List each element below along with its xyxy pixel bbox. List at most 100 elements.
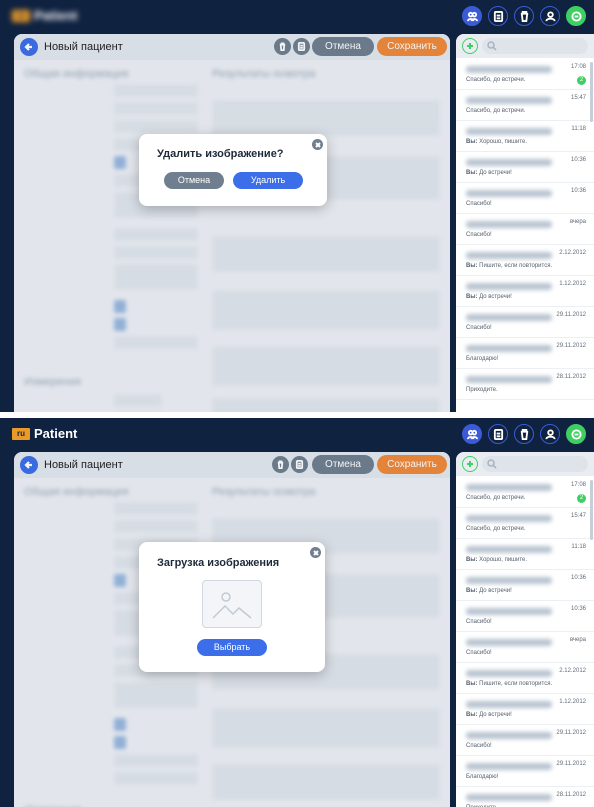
message-text: Благодарю! bbox=[466, 356, 499, 362]
last-message: Вы: До встречи! bbox=[466, 170, 512, 176]
language-flag[interactable]: ru bbox=[12, 427, 30, 440]
conversation-time: 29.11.2012 bbox=[556, 343, 586, 349]
close-icon[interactable] bbox=[312, 139, 323, 150]
conversation-item[interactable]: 11:18 Вы: Хорошо, пишите. bbox=[456, 122, 594, 152]
unread-badge: 2 bbox=[577, 76, 586, 85]
message-text: Спасибо, до встречи. bbox=[466, 495, 526, 501]
contact-name bbox=[466, 128, 552, 135]
contact-name bbox=[466, 97, 552, 104]
image-placeholder-icon[interactable] bbox=[202, 580, 262, 628]
conversation-item[interactable]: 17:08 Спасибо, до встречи. 2 bbox=[456, 60, 594, 90]
top-icons bbox=[462, 424, 586, 444]
app-brand: ru Patient bbox=[12, 426, 77, 441]
conversation-item[interactable]: вчера Спасибо! bbox=[456, 215, 594, 245]
dialog-cancel-button[interactable]: Отмена bbox=[164, 172, 224, 189]
last-message: Спасибо, до встречи. bbox=[466, 108, 525, 114]
contact-name bbox=[466, 376, 552, 383]
patients-icon[interactable] bbox=[462, 6, 482, 26]
conversation-time: 1.12.2012 bbox=[559, 699, 586, 705]
app-name: Patient bbox=[34, 426, 78, 441]
conversation-item[interactable]: 15:47 Спасибо, до встречи. bbox=[456, 91, 594, 121]
message-text: Хорошо, пишите. bbox=[479, 139, 528, 145]
screenshot-delete-dialog: ru Patient Новый пациент Отмена Сохранит… bbox=[0, 0, 594, 412]
last-message: Вы: Хорошо, пишите. bbox=[466, 139, 527, 145]
message-text: Спасибо! bbox=[466, 201, 492, 207]
document-icon[interactable] bbox=[488, 6, 508, 26]
last-message: Спасибо! bbox=[466, 619, 492, 625]
trash-icon[interactable] bbox=[514, 6, 534, 26]
conversation-time: 28.11.2012 bbox=[556, 792, 586, 798]
conversation-item[interactable]: 29.11.2012 Благодарю! bbox=[456, 339, 594, 369]
conversation-time: 2.12.2012 bbox=[559, 250, 586, 256]
add-chat-icon[interactable] bbox=[462, 38, 478, 54]
dialog-delete-button[interactable]: Удалить bbox=[233, 172, 303, 189]
conversation-time: 10:36 bbox=[570, 575, 586, 581]
scrollbar[interactable] bbox=[590, 480, 593, 540]
patients-icon[interactable] bbox=[462, 424, 482, 444]
dialog-title: Удалить изображение? bbox=[157, 148, 284, 160]
contact-name bbox=[466, 314, 552, 321]
contact-name bbox=[466, 252, 552, 259]
contact-name bbox=[466, 66, 552, 73]
last-message: Вы: Пишите, если повторится. bbox=[466, 681, 552, 687]
last-message: Спасибо! bbox=[466, 650, 492, 656]
conversation-item[interactable]: 2.12.2012 Вы: Пишите, если повторится. bbox=[456, 664, 594, 694]
conversation-item[interactable]: 29.11.2012 Спасибо! bbox=[456, 726, 594, 756]
scrollbar[interactable] bbox=[590, 62, 593, 122]
message-text: Пишите, если повторится. bbox=[479, 263, 553, 269]
message-prefix: Вы: bbox=[466, 294, 478, 300]
conversation-item[interactable]: 1.12.2012 Вы: До встречи! bbox=[456, 695, 594, 725]
last-message: Спасибо, до встречи. bbox=[466, 77, 525, 83]
message-prefix: Вы: bbox=[466, 681, 478, 687]
message-text: До встречи! bbox=[479, 588, 512, 594]
last-message: Благодарю! bbox=[466, 774, 498, 780]
contact-name bbox=[466, 190, 552, 197]
conversation-item[interactable]: 17:08 Спасибо, до встречи. 2 bbox=[456, 478, 594, 508]
user-icon[interactable] bbox=[540, 6, 560, 26]
conversation-item[interactable]: 10:36 Спасибо! bbox=[456, 602, 594, 632]
search-input[interactable] bbox=[482, 456, 588, 472]
add-chat-icon[interactable] bbox=[462, 456, 478, 472]
chat-icon[interactable] bbox=[566, 424, 586, 444]
conversation-item[interactable]: 10:36 Вы: До встречи! bbox=[456, 153, 594, 183]
chat-sidebar: 17:08 Спасибо, до встречи. 2 15:47 Спасибо, … bbox=[456, 452, 594, 807]
conversation-time: 11:18 bbox=[571, 544, 586, 550]
conversation-item[interactable]: 15:47 Спасибо, до встречи. bbox=[456, 509, 594, 539]
message-text: Спасибо, до встречи. bbox=[466, 108, 526, 114]
conversation-item[interactable]: 10:36 Вы: До встречи! bbox=[456, 571, 594, 601]
message-prefix: Вы: bbox=[466, 263, 478, 269]
conversation-item[interactable]: 1.12.2012 Вы: До встречи! bbox=[456, 277, 594, 307]
conversation-time: 28.11.2012 bbox=[556, 374, 586, 380]
message-text: До встречи! bbox=[479, 712, 512, 718]
conversation-time: 10:36 bbox=[570, 188, 586, 194]
chat-icon[interactable] bbox=[566, 6, 586, 26]
contact-name bbox=[466, 763, 552, 770]
conversation-item[interactable]: 11:18 Вы: Хорошо, пишите. bbox=[456, 540, 594, 570]
conversation-item[interactable]: вчера Спасибо! bbox=[456, 633, 594, 663]
message-prefix: Вы: bbox=[466, 557, 478, 563]
dialog-title: Загрузка изображения bbox=[157, 557, 280, 569]
message-text: Пишите, если повторится. bbox=[479, 681, 553, 687]
modal-overlay[interactable] bbox=[14, 34, 450, 412]
conversation-item[interactable]: 28.11.2012Приходите. bbox=[456, 370, 594, 400]
search-input[interactable] bbox=[482, 38, 588, 54]
contact-name bbox=[466, 159, 552, 166]
conversation-item[interactable]: 29.11.2012 Благодарю! bbox=[456, 757, 594, 787]
close-icon[interactable] bbox=[310, 547, 321, 558]
last-message: Спасибо! bbox=[466, 325, 492, 331]
top-bar: ru Patient bbox=[0, 418, 594, 450]
conversation-item[interactable]: 2.12.2012 Вы: Пишите, если повторится. bbox=[456, 246, 594, 276]
last-message: Спасибо! bbox=[466, 201, 492, 207]
document-icon[interactable] bbox=[488, 424, 508, 444]
user-icon[interactable] bbox=[540, 424, 560, 444]
conversation-item[interactable]: 29.11.2012 Спасибо! bbox=[456, 308, 594, 338]
choose-image-button[interactable]: Выбрать bbox=[197, 639, 267, 656]
conversation-time: 29.11.2012 bbox=[556, 761, 586, 767]
conversation-time: 29.11.2012 bbox=[556, 312, 586, 318]
trash-icon[interactable] bbox=[514, 424, 534, 444]
last-message: Спасибо, до встречи. bbox=[466, 495, 525, 501]
conversation-item[interactable]: 28.11.2012Приходите. bbox=[456, 788, 594, 807]
conversation-item[interactable]: 10:36 Спасибо! bbox=[456, 184, 594, 214]
delete-image-dialog: Удалить изображение? Отмена Удалить bbox=[139, 134, 327, 206]
language-flag[interactable]: ru bbox=[12, 9, 30, 22]
